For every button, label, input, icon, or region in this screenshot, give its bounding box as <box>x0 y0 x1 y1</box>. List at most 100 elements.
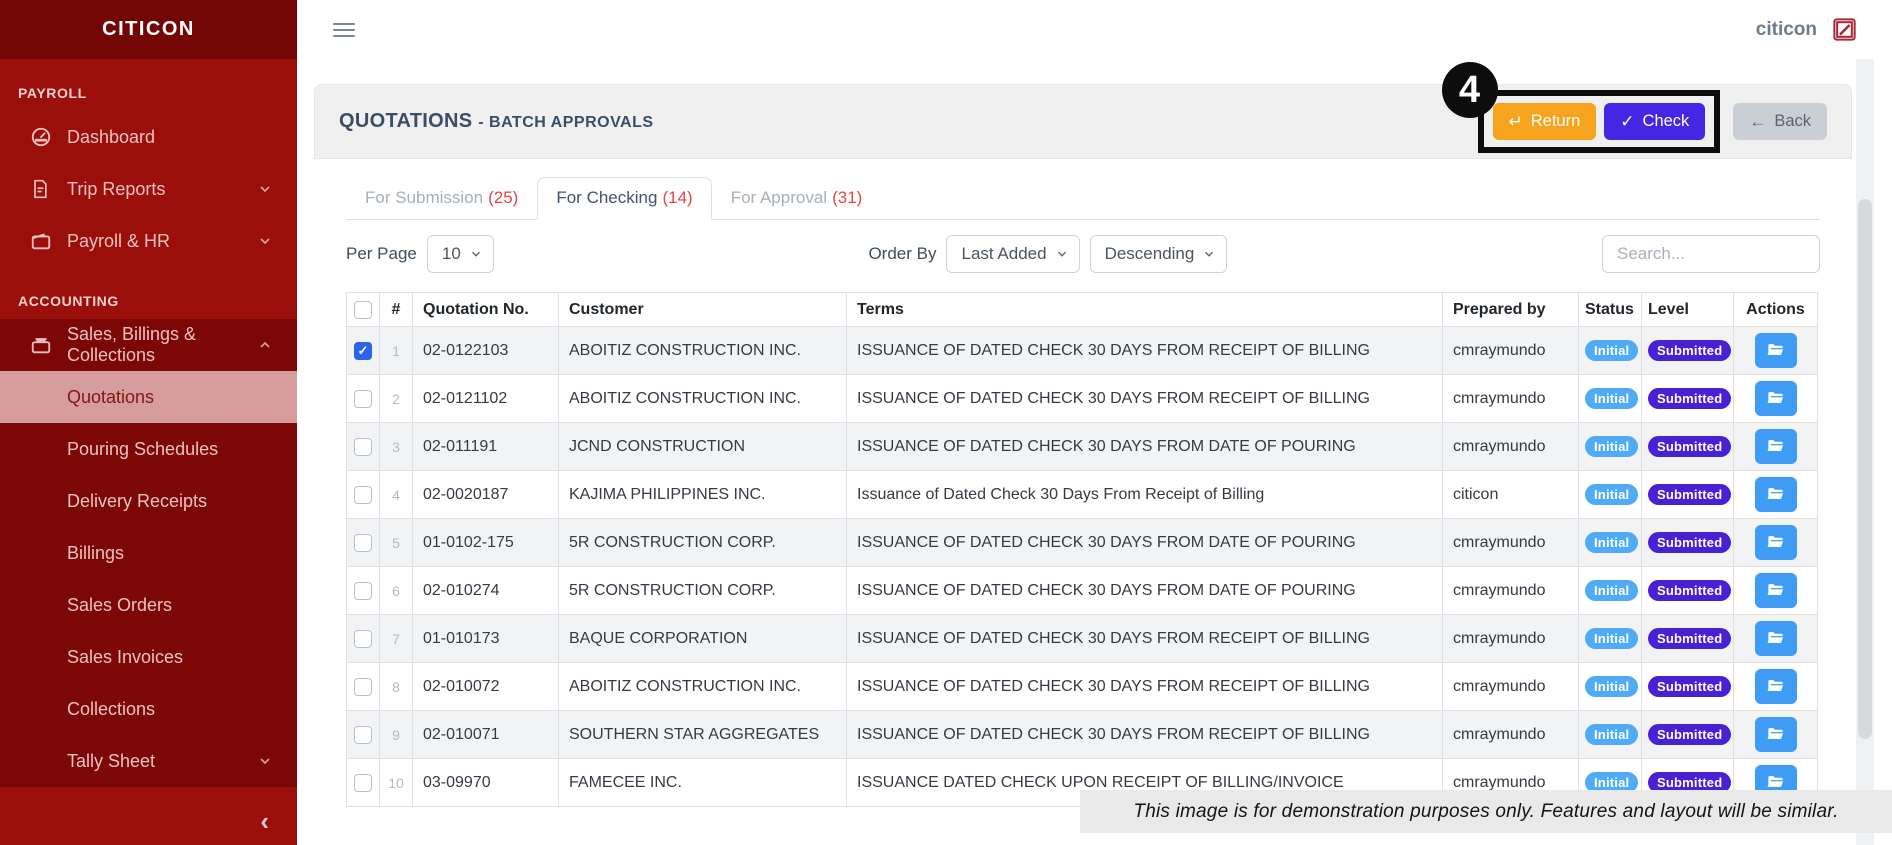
row-checkbox[interactable] <box>354 533 372 552</box>
tab-for-checking[interactable]: For Checking (14) <box>537 177 712 220</box>
briefcase-icon <box>30 334 52 356</box>
folder-open-icon <box>1767 488 1784 499</box>
quotation-no-cell: 02-0020187 <box>413 471 559 518</box>
chevron-down-icon <box>1205 251 1214 257</box>
sidebar-subitem-label: Sales Orders <box>67 594 173 615</box>
collapse-sidebar-icon[interactable]: ‹ <box>260 808 269 834</box>
customer-cell: 5R CONSTRUCTION CORP. <box>559 567 847 614</box>
quotation-no-cell: 02-010274 <box>413 567 559 614</box>
level-badge: Submitted <box>1648 628 1732 649</box>
level-badge: Submitted <box>1648 580 1732 601</box>
order-field-select[interactable]: Last Added <box>946 235 1080 273</box>
return-button[interactable]: ↵ Return <box>1492 103 1597 140</box>
level-badge: Submitted <box>1648 724 1732 745</box>
prepared-by-cell: citicon <box>1443 471 1579 518</box>
column-header: Customer <box>559 293 847 326</box>
level-badge: Submitted <box>1648 484 1732 505</box>
customer-cell: ABOITIZ CONSTRUCTION INC. <box>559 375 847 422</box>
customer-cell: FAMECEE INC. <box>559 759 847 806</box>
status-badge: Initial <box>1585 724 1639 745</box>
table-row: 6 02-010274 5R CONSTRUCTION CORP. ISSUAN… <box>347 567 1817 615</box>
disclaimer-text: This image is for demonstration purposes… <box>1133 800 1839 822</box>
sidebar-collapse-bar: ‹ <box>0 803 297 839</box>
quotation-no-cell: 02-011191 <box>413 423 559 470</box>
chevron-down-icon <box>260 238 270 245</box>
open-folder-button[interactable] <box>1754 477 1797 512</box>
level-badge: Submitted <box>1648 436 1732 457</box>
per-page-label: Per Page <box>346 244 417 263</box>
page-scrollbar[interactable] <box>1856 59 1874 845</box>
sidebar-item-sales-billings-collections[interactable]: Sales, Billings & Collections <box>0 319 297 371</box>
prepared-by-cell: cmraymundo <box>1443 711 1579 758</box>
status-badge: Initial <box>1585 388 1639 409</box>
demo-disclaimer-banner: This image is for demonstration purposes… <box>1080 790 1892 833</box>
prepared-by-cell: cmraymundo <box>1443 375 1579 422</box>
search-input[interactable] <box>1601 235 1820 273</box>
open-folder-button[interactable] <box>1754 429 1797 464</box>
row-checkbox[interactable] <box>354 725 372 744</box>
row-checkbox[interactable] <box>354 629 372 648</box>
per-page-select[interactable]: 10 <box>426 235 494 273</box>
check-button[interactable]: ✓ Check <box>1604 103 1706 140</box>
row-checkbox[interactable] <box>354 389 372 408</box>
customer-cell: SOUTHERN STAR AGGREGATES <box>559 711 847 758</box>
sidebar-item-payroll-hr[interactable]: Payroll & HR <box>0 215 297 267</box>
quotation-no-cell: 01-010173 <box>413 615 559 662</box>
row-number: 2 <box>380 375 413 422</box>
row-checkbox[interactable] <box>354 581 372 600</box>
open-folder-button[interactable] <box>1754 669 1797 704</box>
sidebar: CITICON PAYROLL Dashboard Trip Reports P… <box>0 0 297 845</box>
row-checkbox[interactable] <box>354 437 372 456</box>
row-checkbox[interactable] <box>354 677 372 696</box>
logout-edit-icon[interactable] <box>1831 16 1858 43</box>
row-checkbox[interactable] <box>354 341 372 360</box>
sidebar-item-label: Dashboard <box>67 126 156 147</box>
open-folder-button[interactable] <box>1754 381 1797 416</box>
prepared-by-cell: cmraymundo <box>1443 519 1579 566</box>
open-folder-button[interactable] <box>1754 525 1797 560</box>
row-number: 8 <box>380 663 413 710</box>
chevron-down-icon <box>1057 251 1066 257</box>
folder-open-icon <box>1767 680 1784 691</box>
row-checkbox[interactable] <box>354 485 372 504</box>
terms-cell: ISSUANCE OF DATED CHECK 30 DAYS FROM REC… <box>847 663 1443 710</box>
sidebar-subitem[interactable]: Sales Invoices <box>0 631 297 683</box>
row-checkbox[interactable] <box>354 773 372 792</box>
tab-for-submission[interactable]: For Submission (25) <box>346 177 537 220</box>
open-folder-button[interactable] <box>1754 621 1797 656</box>
sidebar-subitem[interactable]: Pouring Schedules <box>0 423 297 475</box>
tab-for-approval[interactable]: For Approval (31) <box>712 177 882 220</box>
sidebar-subitem[interactable]: Billings <box>0 527 297 579</box>
terms-cell: ISSUANCE OF DATED CHECK 30 DAYS FROM DAT… <box>847 423 1443 470</box>
sidebar-subitem[interactable]: Tally Sheet <box>0 735 297 787</box>
column-header: Prepared by <box>1443 293 1579 326</box>
select-all-checkbox[interactable] <box>354 300 372 319</box>
column-header: # <box>380 293 413 326</box>
sidebar-subitem[interactable]: Delivery Receipts <box>0 475 297 527</box>
column-header: Level <box>1642 293 1734 326</box>
sidebar-subitem[interactable]: Quotations <box>0 371 297 423</box>
open-folder-button[interactable] <box>1754 717 1797 752</box>
customer-cell: ABOITIZ CONSTRUCTION INC. <box>559 663 847 710</box>
table-row: 8 02-010072 ABOITIZ CONSTRUCTION INC. IS… <box>347 663 1817 711</box>
order-direction-select[interactable]: Descending <box>1089 235 1228 273</box>
sidebar-subitem[interactable]: Sales Orders <box>0 579 297 631</box>
column-header: Status <box>1579 293 1642 326</box>
scrollbar-thumb[interactable] <box>1858 199 1872 739</box>
sidebar-item-trip-reports[interactable]: Trip Reports <box>0 163 297 215</box>
customer-cell: ABOITIZ CONSTRUCTION INC. <box>559 327 847 374</box>
sidebar-subitem[interactable]: Collections <box>0 683 297 735</box>
main-area: citicon QUOTATIONS - BATCH APPROVALS 4 ↵… <box>297 0 1892 845</box>
open-folder-button[interactable] <box>1754 573 1797 608</box>
open-folder-button[interactable] <box>1754 333 1797 368</box>
document-icon <box>30 178 52 200</box>
hamburger-menu-icon[interactable] <box>333 19 355 41</box>
sidebar-subitem-label: Collections <box>67 698 156 719</box>
quotations-table: # Quotation No. Customer Terms Prepared … <box>346 292 1818 807</box>
chevron-up-icon <box>260 341 270 348</box>
quotations-card: QUOTATIONS - BATCH APPROVALS 4 ↵ Return … <box>314 62 1852 807</box>
status-badge: Initial <box>1585 580 1639 601</box>
terms-cell: ISSUANCE OF DATED CHECK 30 DAYS FROM REC… <box>847 327 1443 374</box>
back-button[interactable]: ← Back <box>1733 103 1827 140</box>
sidebar-item-dashboard[interactable]: Dashboard <box>0 111 297 163</box>
